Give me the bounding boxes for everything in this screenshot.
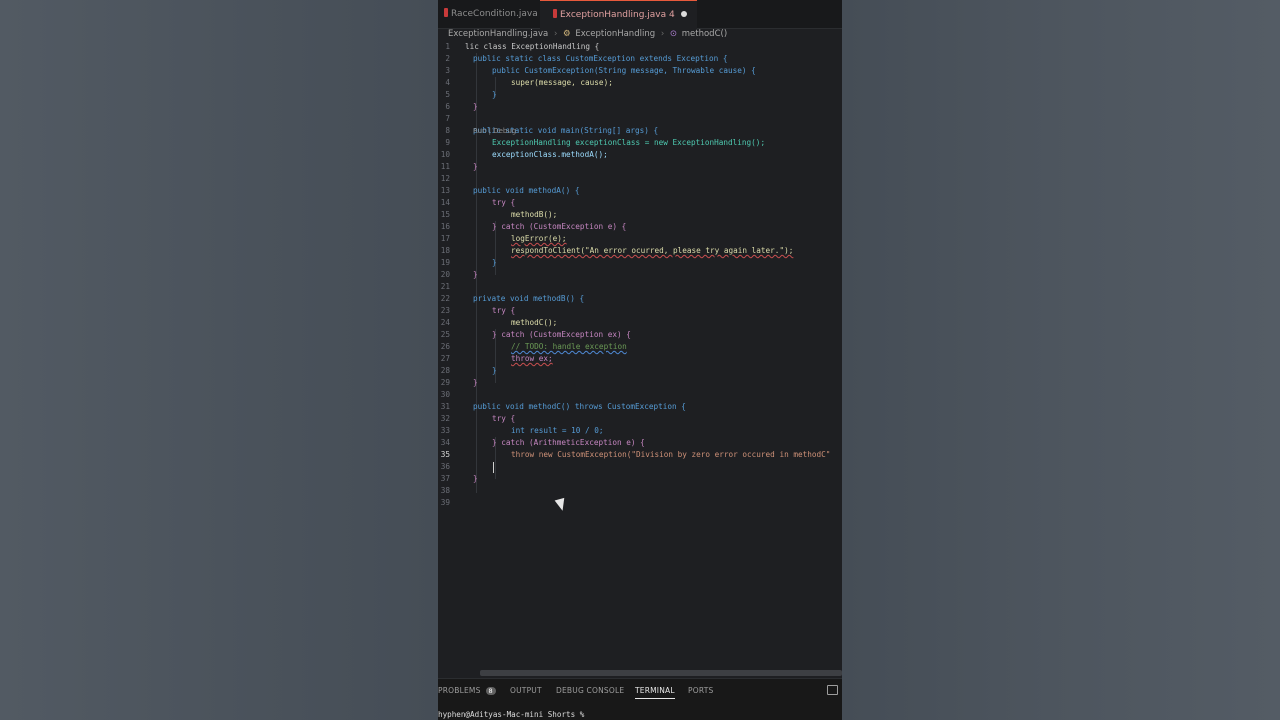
breadcrumb-method[interactable]: methodC() [682, 28, 727, 40]
code-line: 36 [440, 462, 450, 471]
code-line: 30 [440, 390, 450, 399]
tab-label: ExceptionHandling.java 4 [560, 10, 675, 20]
chevron-right-icon: › [660, 29, 665, 39]
code-line: 23 try { [440, 306, 516, 315]
code-line: 28} [440, 366, 497, 375]
text-cursor [493, 462, 494, 473]
horizontal-scrollbar[interactable] [480, 670, 842, 676]
code-line: 24 methodC(); [440, 318, 558, 327]
breadcrumb-class[interactable]: ExceptionHandling [575, 28, 655, 40]
code-line: 27 throw ex; [440, 354, 553, 363]
problems-count-badge: 8 [485, 687, 496, 695]
tab-terminal[interactable]: TERMINAL [635, 686, 675, 699]
code-line: 14 try { [440, 198, 516, 207]
code-line: 10 exceptionClass.methodA(); [440, 150, 608, 159]
code-line-current: 35 throw new CustomException("Division by… [440, 450, 831, 459]
code-line: 17 logError(e); [440, 234, 567, 243]
code-line: 22 private void methodB() { [440, 294, 585, 303]
code-line: 33 int result = 10 / 0; [440, 426, 604, 435]
tab-exception-handling[interactable]: ExceptionHandling.java 4 [540, 0, 697, 29]
java-file-icon [444, 8, 448, 17]
code-line: 18 respondToClient("An error ocurred, ple… [440, 246, 794, 255]
codelens-run-debug[interactable]: Run | Debug [473, 127, 516, 135]
tab-ports[interactable]: PORTS [688, 686, 713, 695]
code-line: 6} [445, 102, 478, 111]
tab-label: RaceCondition.java [451, 9, 538, 19]
code-line: 32 try { [440, 414, 516, 423]
code-line: 29} [440, 378, 478, 387]
code-line: 20} [440, 270, 478, 279]
code-line: 39 [440, 498, 450, 507]
code-line: 3 public CustomException(String message, … [445, 66, 756, 75]
code-line: 38 [440, 486, 450, 495]
terminal-prompt[interactable]: hyphen@Adityas-Mac-mini Shorts % [438, 710, 584, 719]
chevron-right-icon: › [553, 29, 558, 39]
tab-output[interactable]: OUTPUT [510, 686, 542, 695]
code-line: 4 super(message, cause); [445, 78, 613, 87]
code-line: 25} catch (CustomException ex) { [440, 330, 631, 339]
code-line: 34} catch (ArithmeticException e) { [440, 438, 645, 447]
tab-debug-console[interactable]: DEBUG CONSOLE [556, 686, 624, 695]
breadcrumb: ExceptionHandling.java › ⚙ ExceptionHand… [438, 28, 842, 40]
code-line: 2 public static class CustomException ext… [445, 54, 728, 63]
code-line: 9 ExceptionHandling exceptionClass = new … [445, 138, 766, 147]
breadcrumb-file[interactable]: ExceptionHandling.java [448, 28, 548, 40]
code-line: 1 lic class ExceptionHandling { [445, 42, 600, 51]
code-line: 12 [440, 174, 450, 183]
bottom-panel: PROBLEMS 8 OUTPUT DEBUG CONSOLE TERMINAL … [438, 678, 842, 720]
code-line: 21 [440, 282, 450, 291]
code-line: 15 methodB(); [440, 210, 558, 219]
code-line: 16} catch (CustomException e) { [440, 222, 627, 231]
code-line: 19} [440, 258, 497, 267]
code-line: 7 [445, 114, 450, 123]
tab-problems[interactable]: PROBLEMS 8 [438, 686, 496, 695]
unsaved-dot-icon[interactable] [680, 11, 687, 17]
code-line: 5} [445, 90, 497, 99]
code-line: 37} [440, 474, 478, 483]
method-icon: ⊙ [669, 29, 678, 39]
code-editor-window: RaceCondition.java ExceptionHandling.jav… [438, 0, 842, 720]
code-line: 26// TODO: handle exception [440, 342, 627, 351]
code-line: 13 public void methodA() { [440, 186, 580, 195]
tab-race-condition[interactable]: RaceCondition.java [440, 0, 542, 28]
class-icon: ⚙ [563, 29, 571, 39]
terminal-icon[interactable] [827, 685, 838, 695]
java-file-icon [553, 9, 557, 18]
editor-tab-bar: RaceCondition.java ExceptionHandling.jav… [438, 0, 842, 29]
code-line: 31 public void methodC() throws CustomExc… [440, 402, 686, 411]
code-line: 11} [440, 162, 478, 171]
